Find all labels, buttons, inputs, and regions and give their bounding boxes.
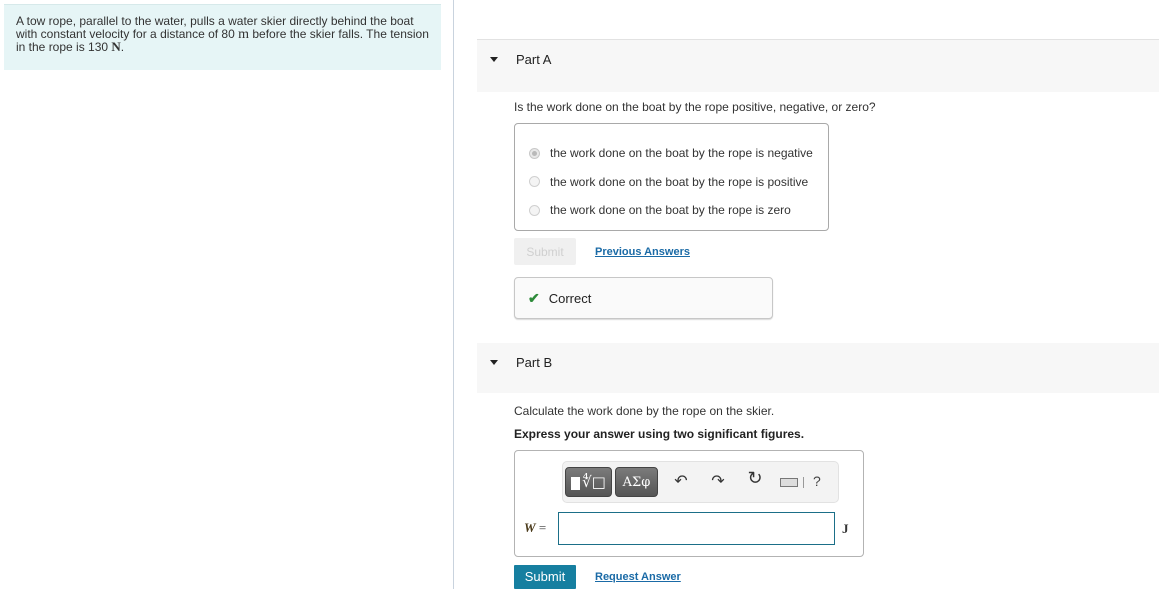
previous-answers-link[interactable]: Previous Answers	[595, 246, 690, 258]
help-button[interactable]: ?	[813, 473, 821, 489]
templates-button[interactable]: ∜□	[565, 467, 612, 497]
part-b-title: Part B	[516, 354, 553, 370]
reset-icon[interactable]: ↻	[745, 468, 765, 489]
variable-name: W	[524, 520, 536, 535]
part-b-header[interactable]: Part B	[477, 343, 1159, 393]
answer-entry-box: ∜□ ΑΣφ ↶ ↷ ↻ ? W = J	[514, 450, 864, 557]
choice-positive[interactable]: the work done on the boat by the rope is…	[515, 168, 828, 197]
math-toolbar: ∜□ ΑΣφ ↶ ↷ ↻ ?	[562, 461, 839, 503]
feedback-text: Correct	[548, 290, 592, 306]
symbols-button[interactable]: ΑΣφ	[615, 467, 658, 497]
equals-sign: =	[538, 520, 547, 535]
answer-input[interactable]	[558, 512, 835, 545]
tension-unit: N	[111, 39, 121, 54]
choice-zero[interactable]: the work done on the boat by the rope is…	[515, 196, 828, 225]
choice-label: the work done on the boat by the rope is…	[550, 146, 813, 161]
radio-positive[interactable]	[529, 176, 540, 188]
undo-icon[interactable]: ↶	[671, 471, 691, 491]
part-a-question: Is the work done on the boat by the rope…	[514, 100, 876, 114]
caret-down-icon[interactable]	[490, 359, 498, 365]
part-a-header[interactable]: Part A	[477, 39, 1159, 92]
request-answer-link[interactable]: Request Answer	[595, 571, 681, 583]
caret-down-icon[interactable]	[490, 57, 498, 62]
radio-negative[interactable]	[529, 147, 540, 159]
part-a-title: Part A	[516, 52, 552, 67]
part-b-question: Calculate the work done by the rope on t…	[514, 404, 775, 418]
problem-text-end: .	[120, 40, 125, 54]
redo-icon[interactable]: ↷	[708, 471, 728, 491]
radio-zero[interactable]	[529, 204, 540, 216]
answer-choices: the work done on the boat by the rope is…	[514, 123, 829, 231]
distance-unit: m	[238, 26, 250, 42]
part-b-submit-button[interactable]: Submit	[514, 565, 576, 589]
feedback-correct: ✔ Correct	[514, 277, 773, 319]
choice-negative[interactable]: the work done on the boat by the rope is…	[515, 139, 828, 168]
checkmark-icon: ✔	[528, 289, 540, 306]
column-divider	[453, 0, 454, 589]
toolbar-separator	[803, 477, 804, 488]
part-a-submit-button[interactable]: Submit	[514, 238, 576, 265]
templates-root-icon	[571, 477, 581, 490]
choice-label: the work done on the boat by the rope is…	[550, 174, 809, 189]
variable-label: W =	[524, 520, 546, 536]
choice-label: the work done on the boat by the rope is…	[550, 203, 791, 218]
part-b-instruction: Express your answer using two significan…	[514, 427, 805, 441]
unit-label: J	[842, 521, 849, 536]
keyboard-icon[interactable]	[780, 478, 798, 487]
problem-statement: A tow rope, parallel to the water, pulls…	[4, 4, 441, 70]
